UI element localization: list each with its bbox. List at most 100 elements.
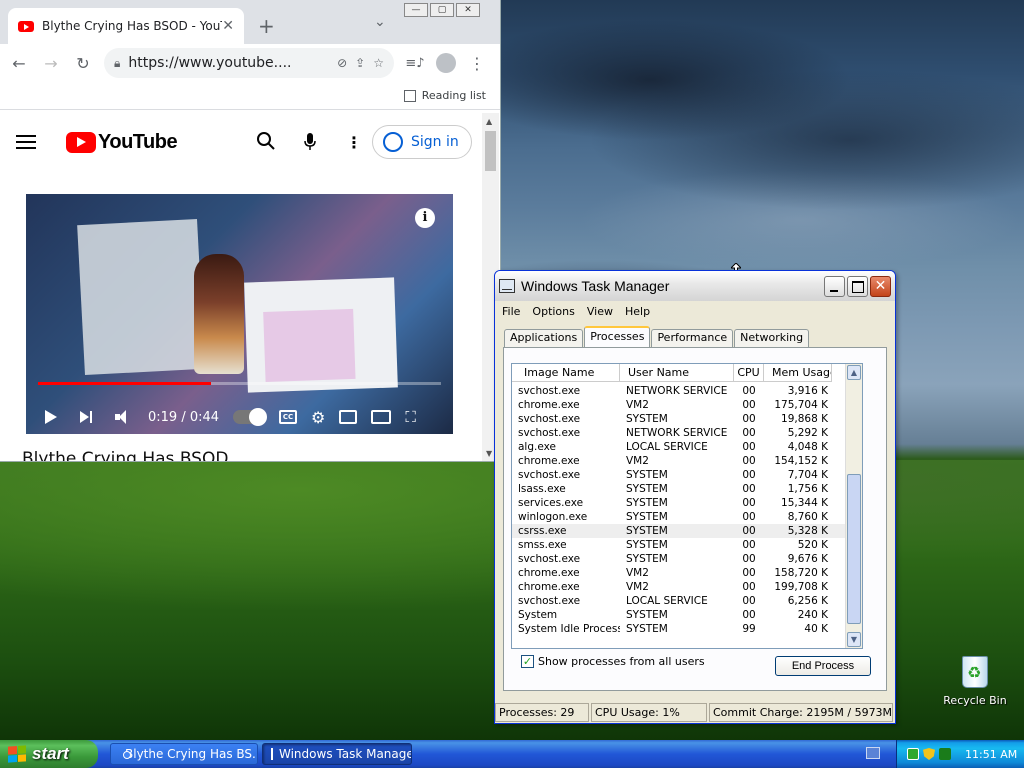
process-row[interactable]: smss.exe SYSTEM 00 520 K	[512, 538, 846, 552]
more-options-icon[interactable]: ⋮	[346, 133, 362, 152]
security-shield-icon[interactable]	[923, 748, 935, 760]
back-icon[interactable]: ←	[8, 54, 30, 73]
scroll-up-icon[interactable]: ▲	[847, 365, 861, 380]
process-row[interactable]: System Idle Process SYSTEM 99 40 K	[512, 622, 846, 636]
hamburger-menu-icon[interactable]	[16, 131, 36, 153]
menu-help[interactable]: Help	[625, 305, 650, 318]
maximize-button[interactable]	[847, 275, 868, 297]
share-icon[interactable]: ⇪	[355, 56, 365, 70]
end-process-button[interactable]: End Process	[775, 656, 871, 676]
process-row[interactable]: services.exe SYSTEM 00 15,344 K	[512, 496, 846, 510]
sign-in-button[interactable]: Sign in	[372, 125, 472, 159]
process-list[interactable]: Image Name User Name CPU Mem Usage svcho…	[511, 363, 863, 649]
menu-view[interactable]: View	[587, 305, 613, 318]
miniplayer-icon[interactable]	[339, 410, 358, 424]
menu-options[interactable]: Options	[532, 305, 574, 318]
scroll-up-icon[interactable]: ▲	[486, 117, 492, 126]
process-row[interactable]: svchost.exe SYSTEM 00 19,868 K	[512, 412, 846, 426]
bookmark-star-icon[interactable]: ☆	[373, 56, 384, 70]
search-icon[interactable]	[256, 131, 276, 151]
address-bar[interactable]: 🔒︎ https://www.youtube.... ⊘ ⇪ ☆	[104, 48, 394, 78]
tab-performance[interactable]: Performance	[651, 329, 734, 347]
process-row[interactable]: chrome.exe VM2 00 154,152 K	[512, 454, 846, 468]
chrome-menu-icon[interactable]: ⋮	[466, 54, 488, 73]
reading-list-icon[interactable]	[403, 89, 416, 102]
new-tab-button[interactable]: +	[258, 14, 275, 38]
captions-icon[interactable]: CC	[279, 410, 298, 424]
network-icon[interactable]	[939, 748, 951, 760]
browser-tab[interactable]: Blythe Crying Has BSOD - YouTube ✕	[8, 8, 244, 44]
keyboard-icon[interactable]	[866, 747, 880, 759]
column-cpu[interactable]: CPU	[734, 364, 764, 382]
info-icon[interactable]: i	[415, 208, 435, 228]
process-list-scrollbar[interactable]: ▲ ▼	[845, 364, 862, 648]
settings-icon[interactable]: ⚙	[311, 408, 325, 427]
youtube-logo[interactable]: YouTube	[66, 131, 178, 154]
process-row[interactable]: svchost.exe SYSTEM 00 7,704 K	[512, 468, 846, 482]
autoplay-toggle[interactable]	[233, 408, 268, 426]
restore-button[interactable]: ▢	[430, 3, 454, 17]
process-row[interactable]: svchost.exe LOCAL SERVICE 00 6,256 K	[512, 594, 846, 608]
tab-networking[interactable]: Networking	[734, 329, 810, 347]
scroll-down-icon[interactable]: ▼	[847, 632, 861, 647]
clock[interactable]: 11:51 AM	[965, 748, 1017, 761]
column-mem-usage[interactable]: Mem Usage	[764, 364, 832, 382]
tracking-eye-icon[interactable]: ⊘	[337, 56, 347, 70]
process-row[interactable]: alg.exe LOCAL SERVICE 00 4,048 K	[512, 440, 846, 454]
close-button[interactable]: ✕	[870, 275, 891, 297]
microphone-icon[interactable]	[304, 133, 316, 151]
reading-list-label[interactable]: Reading list	[422, 89, 486, 102]
task-manager-window[interactable]: Windows Task Manager ✕ File Options View…	[494, 270, 896, 724]
profile-avatar[interactable]	[436, 53, 456, 73]
reload-icon[interactable]: ↻	[72, 54, 94, 73]
theater-mode-icon[interactable]	[371, 410, 392, 424]
taskbar-item-chrome[interactable]: Blythe Crying Has BS...	[110, 743, 258, 765]
volume-icon[interactable]	[112, 406, 134, 428]
fullscreen-icon[interactable]: ⛶	[405, 408, 416, 426]
close-window-button[interactable]: ✕	[456, 3, 480, 17]
tray-app-icon[interactable]	[907, 748, 919, 760]
show-all-processes[interactable]: ✓ Show processes from all users	[521, 655, 705, 668]
task-manager-titlebar[interactable]: Windows Task Manager ✕	[495, 271, 895, 301]
recycle-bin-icon[interactable]	[962, 656, 988, 688]
process-mem: 158,720 K	[774, 567, 828, 579]
start-button[interactable]: start	[0, 740, 98, 768]
process-row[interactable]: csrss.exe SYSTEM 00 5,328 K	[512, 524, 846, 538]
menu-file[interactable]: File	[502, 305, 520, 318]
media-control-icon[interactable]: ≡♪	[404, 56, 426, 71]
show-all-checkbox[interactable]: ✓	[521, 655, 534, 668]
show-all-label[interactable]: Show processes from all users	[538, 655, 705, 668]
process-row[interactable]: svchost.exe NETWORK SERVICE 00 3,916 K	[512, 384, 846, 398]
process-row[interactable]: svchost.exe SYSTEM 00 9,676 K	[512, 552, 846, 566]
process-row[interactable]: System SYSTEM 00 240 K	[512, 608, 846, 622]
scrollbar-thumb[interactable]	[485, 131, 496, 171]
scroll-down-icon[interactable]: ▼	[486, 449, 492, 458]
next-icon[interactable]	[76, 406, 98, 428]
taskbar-item-task-manager[interactable]: Windows Task Manager	[262, 743, 412, 765]
column-user-name[interactable]: User Name	[620, 364, 734, 382]
video-title[interactable]: Blythe Crying Has BSOD	[22, 449, 228, 461]
column-image-name[interactable]: Image Name	[512, 364, 620, 382]
chrome-window[interactable]: Blythe Crying Has BSOD - YouTube ✕ + ⌄ —…	[0, 0, 501, 462]
video-progress-bar[interactable]	[38, 382, 441, 385]
recycle-bin-label[interactable]: Recycle Bin	[940, 694, 1010, 707]
forward-icon[interactable]: →	[40, 54, 62, 73]
tab-applications[interactable]: Applications	[504, 329, 584, 347]
video-player[interactable]: i 0:19 / 0:44 CC ⚙ ⛶	[26, 194, 453, 434]
url-text[interactable]: https://www.youtube....	[128, 55, 329, 71]
process-row[interactable]: chrome.exe VM2 00 158,720 K	[512, 566, 846, 580]
close-tab-icon[interactable]: ✕	[222, 18, 234, 34]
recycle-bin[interactable]: Recycle Bin	[940, 656, 1010, 707]
process-row[interactable]: lsass.exe SYSTEM 00 1,756 K	[512, 482, 846, 496]
minimize-button[interactable]	[824, 275, 845, 297]
process-row[interactable]: svchost.exe NETWORK SERVICE 00 5,292 K	[512, 426, 846, 440]
process-row[interactable]: winlogon.exe SYSTEM 00 8,760 K	[512, 510, 846, 524]
scrollbar-thumb[interactable]	[847, 474, 861, 624]
tab-processes[interactable]: Processes	[584, 326, 651, 347]
tab-search-icon[interactable]: ⌄	[374, 14, 386, 30]
process-row[interactable]: chrome.exe VM2 00 175,704 K	[512, 398, 846, 412]
process-row[interactable]: chrome.exe VM2 00 199,708 K	[512, 580, 846, 594]
play-icon[interactable]	[40, 406, 62, 428]
minimize-button[interactable]: —	[404, 3, 428, 17]
lock-icon[interactable]: 🔒︎	[114, 56, 120, 71]
